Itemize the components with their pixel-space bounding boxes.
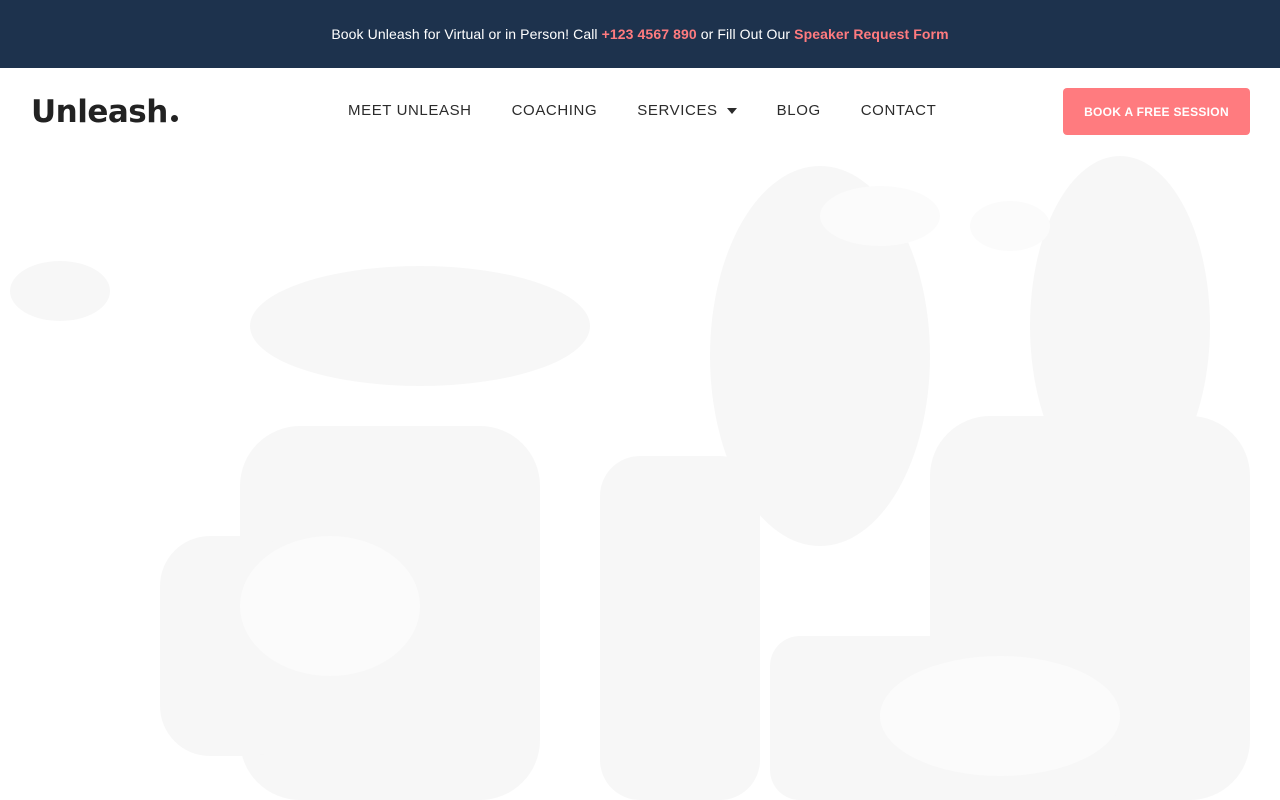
site-header: Unleash MEET UNLEASH COACHING SERVICES B… [0, 68, 1280, 156]
logo[interactable]: Unleash [31, 94, 178, 130]
book-free-session-button[interactable]: BOOK A FREE SESSION [1063, 88, 1250, 135]
nav-item-label: CONTACT [860, 102, 937, 119]
logo-dot [170, 115, 178, 122]
nav-item-label: COACHING [511, 102, 598, 119]
phone-link[interactable]: +123 4567 890 [602, 26, 697, 42]
nav-item-blog[interactable]: BLOG [777, 102, 821, 119]
nav-item-services[interactable]: SERVICES [637, 102, 737, 119]
announcement-bar: Book Unleash for Virtual or in Person! C… [0, 0, 1280, 68]
logo-text: Unleash [31, 94, 168, 130]
announcement-text-2: or Fill Out Our [696, 26, 795, 42]
caret-down-icon [726, 107, 737, 114]
hero-image [0, 156, 1280, 800]
main-nav: MEET UNLEASH COACHING SERVICES BLOG CONT… [348, 102, 936, 119]
announcement-text: Book Unleash for Virtual or in Person! C… [331, 26, 602, 42]
nav-item-meet-unleash[interactable]: MEET UNLEASH [348, 102, 472, 119]
nav-item-contact[interactable]: CONTACT [861, 102, 937, 119]
nav-item-label: SERVICES [637, 102, 718, 119]
hero-faded-illustration [10, 156, 1250, 800]
nav-item-label: MEET UNLEASH [348, 102, 472, 119]
nav-item-coaching[interactable]: COACHING [512, 102, 598, 119]
nav-item-label: BLOG [776, 102, 821, 119]
speaker-request-form-link[interactable]: Speaker Request Form [794, 26, 949, 42]
